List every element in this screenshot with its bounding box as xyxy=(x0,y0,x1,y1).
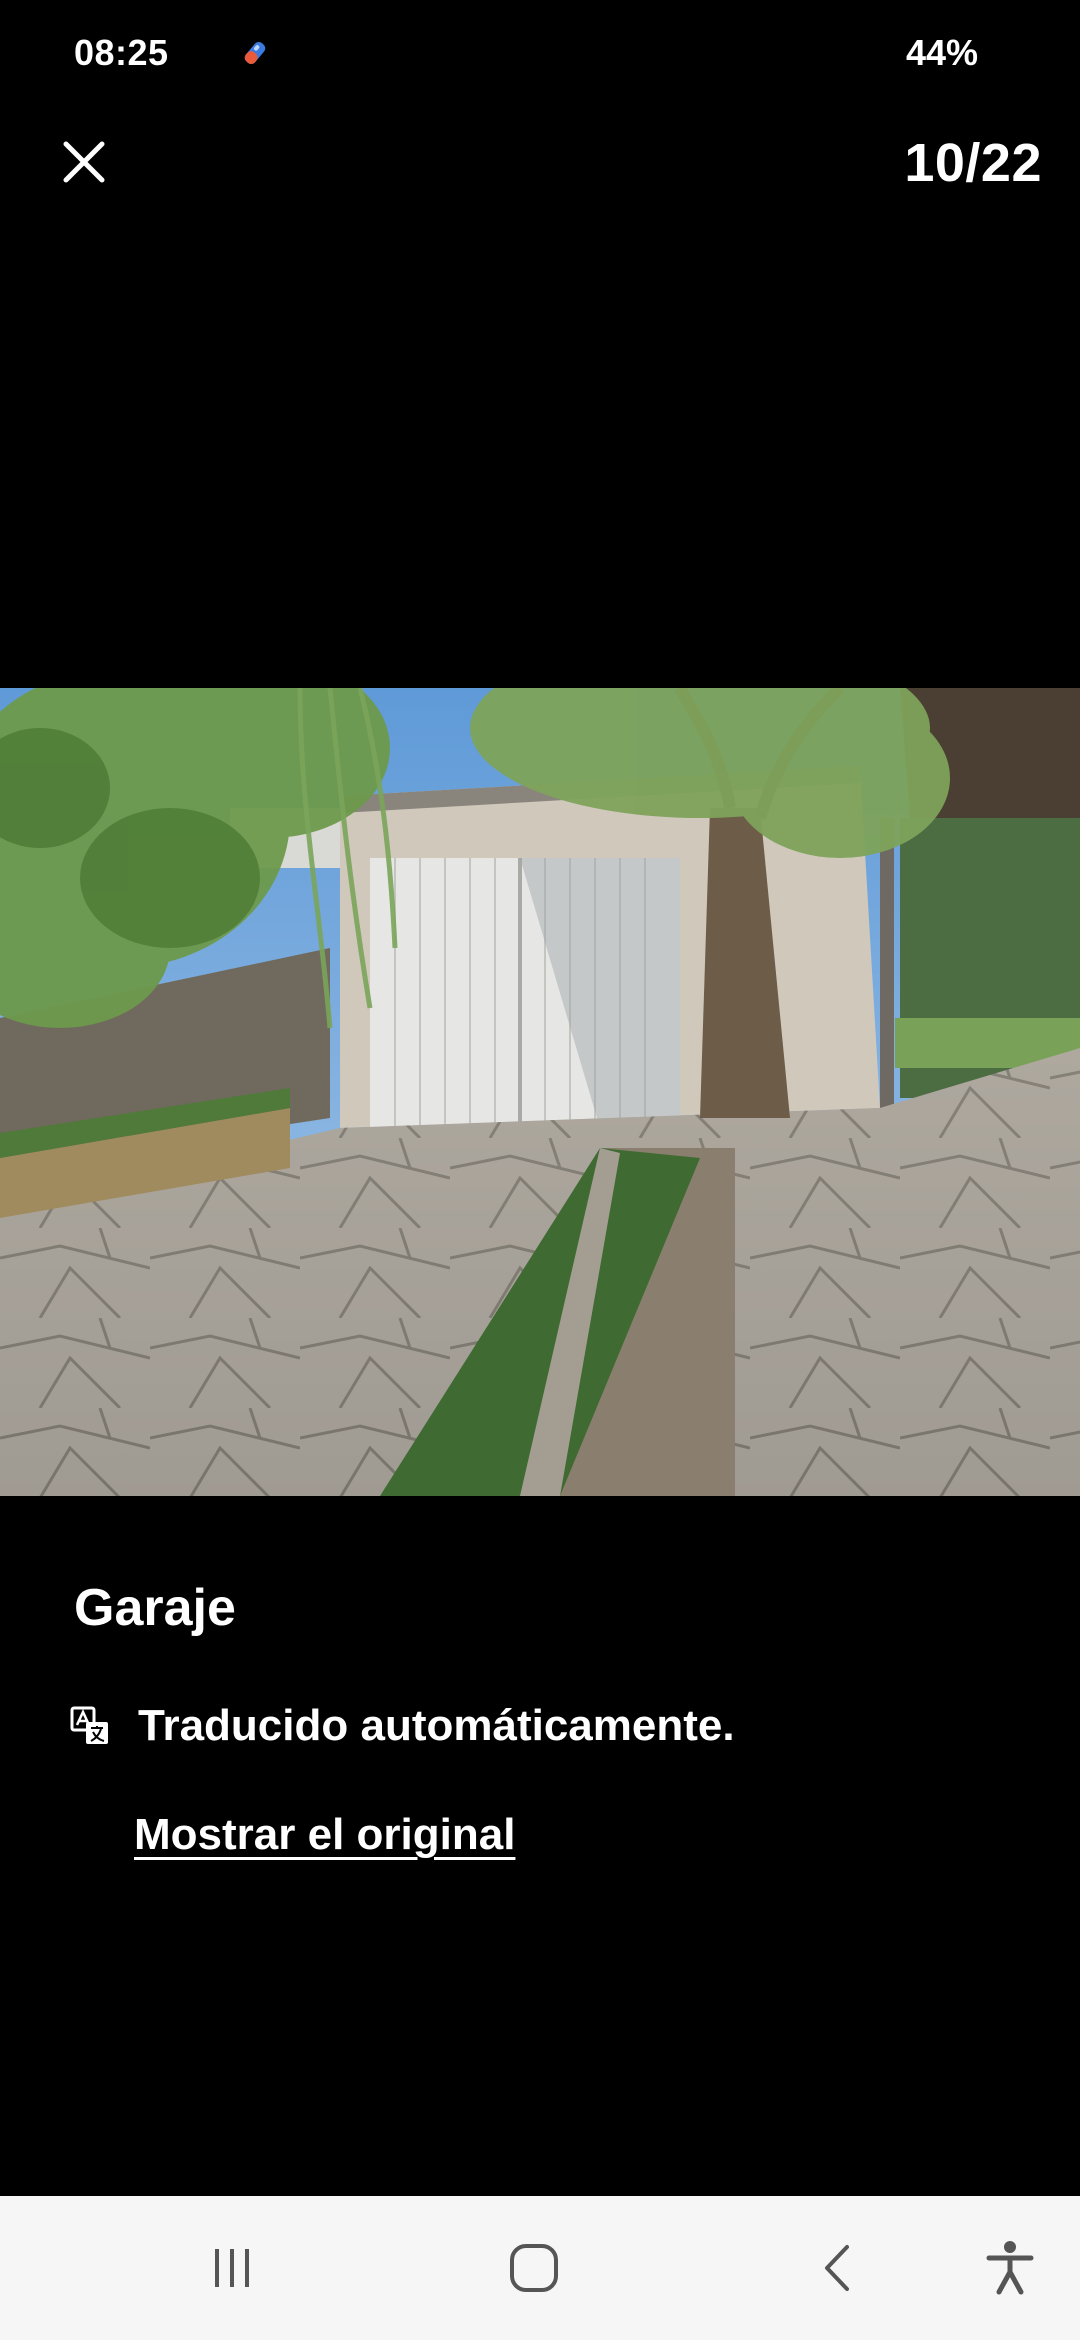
close-icon xyxy=(63,141,105,183)
status-bar: 08:25 44% xyxy=(0,0,1080,110)
notification-app-icon xyxy=(240,38,270,68)
recents-icon xyxy=(215,2249,249,2287)
accessibility-button[interactable] xyxy=(970,2232,1050,2304)
listing-photo[interactable] xyxy=(0,688,1080,1496)
back-button[interactable] xyxy=(798,2232,878,2304)
back-icon xyxy=(825,2245,849,2291)
home-icon xyxy=(510,2244,558,2292)
home-button[interactable] xyxy=(494,2232,574,2304)
translation-notice: Traducido automáticamente. xyxy=(70,1696,735,1756)
photo-caption-title: Garaje xyxy=(74,1579,236,1637)
show-original-link[interactable]: Mostrar el original xyxy=(134,1810,515,1860)
battery-level: 44% xyxy=(905,32,978,73)
status-time: 08:25 xyxy=(74,32,169,73)
translate-icon xyxy=(70,1706,108,1744)
close-button[interactable] xyxy=(52,130,116,194)
accessibility-icon xyxy=(986,2241,1034,2295)
translation-notice-text: Traducido automáticamente. xyxy=(138,1701,735,1750)
recents-button[interactable] xyxy=(192,2232,272,2304)
system-navigation-bar xyxy=(0,2196,1080,2340)
photo-counter: 10/22 xyxy=(904,133,1042,193)
